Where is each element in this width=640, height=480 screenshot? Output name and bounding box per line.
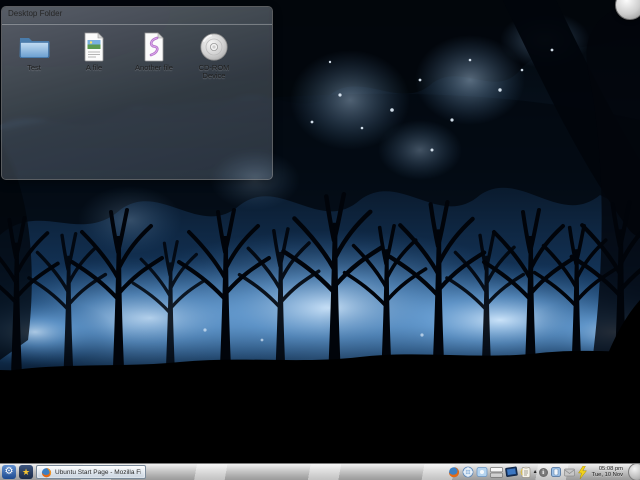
task-button-label: Ubuntu Start Page - Mozilla Firefox — [55, 468, 141, 476]
info-icon[interactable]: i — [538, 467, 548, 477]
tray-expander-icon[interactable]: ▴ — [534, 469, 537, 475]
kde-gear-icon: ⚙ — [4, 466, 14, 477]
kickoff-launcher-button[interactable]: ⚙ — [2, 465, 16, 479]
folder-view-title: Desktop Folder — [2, 7, 272, 24]
power-bolt-icon[interactable] — [577, 465, 587, 479]
konqueror-icon[interactable] — [462, 466, 474, 478]
folder-icon — [17, 31, 51, 63]
klipper-clipboard-icon[interactable] — [520, 466, 532, 478]
info-letter: i — [538, 467, 548, 477]
desktop-icon-a-file[interactable]: A file — [70, 31, 118, 80]
panel-toolbox-cashew[interactable] — [628, 463, 640, 480]
desktop-icon-another-file[interactable]: Another file — [130, 31, 178, 80]
notifications-icon[interactable] — [563, 468, 575, 477]
panel-left: ⚙ ★ Ubuntu Start Page - Mozilla Firefox — [2, 464, 146, 480]
panel-right: ▴ i 05:08 pm Tue, 10 Nov — [448, 463, 640, 480]
show-desktop-button[interactable]: ★ — [19, 465, 33, 479]
taskbar-panel: ⚙ ★ Ubuntu Start Page - Mozilla Firefox — [0, 463, 640, 480]
firefox-icon — [41, 467, 52, 478]
desktop-icon-test[interactable]: Test — [10, 31, 58, 80]
icon-label: Another file — [135, 63, 173, 72]
desktop: .tr{fill:#01040a} .br{fill:none;stroke:#… — [0, 0, 640, 480]
star-icon: ★ — [21, 466, 31, 477]
task-button-firefox[interactable]: Ubuntu Start Page - Mozilla Firefox — [36, 465, 146, 479]
cdrom-disc-icon — [197, 31, 231, 63]
display-icon[interactable] — [504, 466, 518, 478]
icon-label: A file — [85, 63, 103, 72]
folder-view-widget[interactable]: Desktop Folder Test A file Another file … — [2, 7, 272, 179]
clock-date: Tue, 10 Nov — [591, 472, 623, 478]
folder-view-items: Test A file Another file CD-ROM Device — [2, 24, 272, 80]
digital-clock[interactable]: 05:08 pm Tue, 10 Nov — [589, 466, 626, 479]
icon-label: CD-ROM Device — [198, 63, 230, 80]
pager-widget[interactable] — [489, 466, 503, 478]
firefox-tray-icon[interactable] — [448, 466, 460, 478]
device-notifier-icon[interactable] — [550, 466, 562, 478]
up-arrow-icon: ▴ — [533, 469, 537, 475]
icon-label: Test — [27, 63, 41, 72]
messenger-icon[interactable] — [476, 466, 488, 478]
vector-document-icon — [137, 31, 171, 63]
desktop-icon-cdrom-device[interactable]: CD-ROM Device — [190, 31, 238, 80]
image-document-icon — [77, 31, 111, 63]
